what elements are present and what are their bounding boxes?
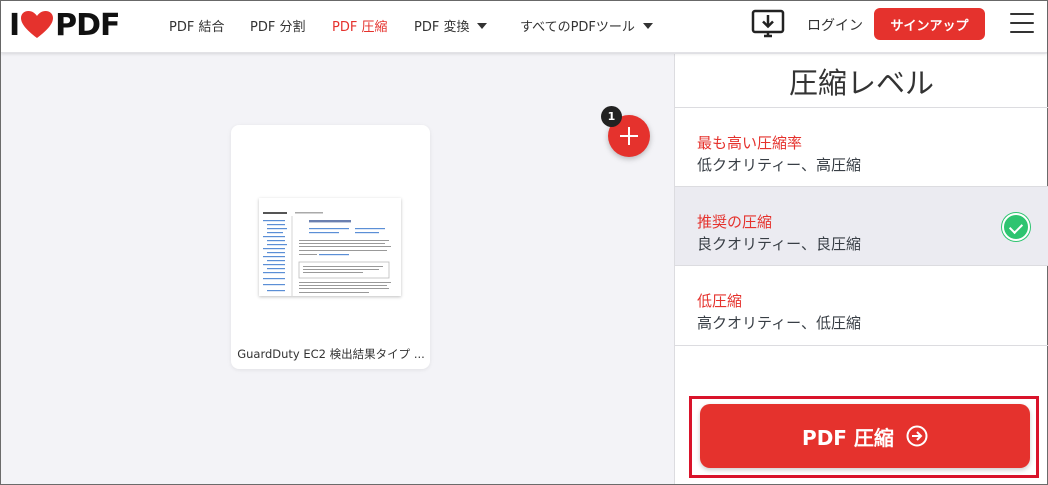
option-recommended-compression[interactable]: 推奨の圧縮 良クオリティー、良圧縮 xyxy=(675,187,1048,266)
top-navbar: I PDF PDF 結合 PDF 分割 PDF 圧縮 PDF 変換 すべてのPD… xyxy=(1,1,1047,53)
logo-letter-i: I xyxy=(9,7,20,43)
option-desc: 高クオリティー、低圧縮 xyxy=(697,314,861,332)
compress-pdf-button[interactable]: PDF 圧縮 xyxy=(700,404,1030,468)
sidebar-title: 圧縮レベル xyxy=(788,66,934,100)
ilovepdf-logo[interactable]: I PDF xyxy=(9,7,121,43)
file-name: GuardDuty EC2 検出結果タイプ ... xyxy=(237,347,425,361)
nav-split-pdf[interactable]: PDF 分割 xyxy=(250,16,305,35)
nav-compress-pdf-label: PDF 圧縮 xyxy=(332,20,388,35)
file-count-badge: 1 xyxy=(601,106,622,127)
option-title: 推奨の圧縮 xyxy=(697,213,773,231)
option-title: 低圧縮 xyxy=(697,292,743,310)
compress-button-label: PDF 圧縮 xyxy=(802,425,894,450)
login-link[interactable]: ログイン xyxy=(807,15,863,35)
arrow-right-circle-icon xyxy=(906,425,928,447)
file-card[interactable]: GuardDuty EC2 検出結果タイプ ... xyxy=(231,125,430,369)
nav-convert-pdf[interactable]: PDF 変換 xyxy=(414,16,488,35)
check-circle-icon xyxy=(1002,213,1030,241)
caret-down-icon xyxy=(642,22,653,29)
option-less-compression[interactable]: 低圧縮 高クオリティー、低圧縮 xyxy=(675,266,1048,345)
option-title: 最も高い圧縮率 xyxy=(697,134,803,152)
nav-merge-pdf-label: PDF 結合 xyxy=(169,20,225,35)
nav-all-pdf-tools[interactable]: すべてのPDFツール xyxy=(520,16,653,35)
hamburger-menu-icon[interactable] xyxy=(1010,13,1034,33)
logo-text-pdf: PDF xyxy=(55,7,120,43)
heart-icon xyxy=(21,11,54,38)
desktop-download-icon[interactable] xyxy=(751,9,785,41)
nav-compress-pdf[interactable]: PDF 圧縮 xyxy=(332,16,387,35)
divider xyxy=(675,345,1048,346)
nav-all-pdf-tools-label: すべてのPDFツール xyxy=(520,20,635,35)
nav-convert-pdf-label: PDF 変換 xyxy=(414,20,470,35)
nav-merge-pdf[interactable]: PDF 結合 xyxy=(169,16,224,35)
option-desc: 低クオリティー、高圧縮 xyxy=(697,156,861,174)
pdf-thumbnail xyxy=(259,198,401,296)
option-desc: 良クオリティー、良圧縮 xyxy=(697,235,861,253)
file-workspace: GuardDuty EC2 検出結果タイプ ... 1 xyxy=(1,54,674,484)
signup-button[interactable]: サインアップ xyxy=(874,8,985,40)
option-extreme-compression[interactable]: 最も高い圧縮率 低クオリティー、高圧縮 xyxy=(675,108,1048,187)
nav-split-pdf-label: PDF 分割 xyxy=(250,20,306,35)
caret-down-icon xyxy=(477,22,488,29)
